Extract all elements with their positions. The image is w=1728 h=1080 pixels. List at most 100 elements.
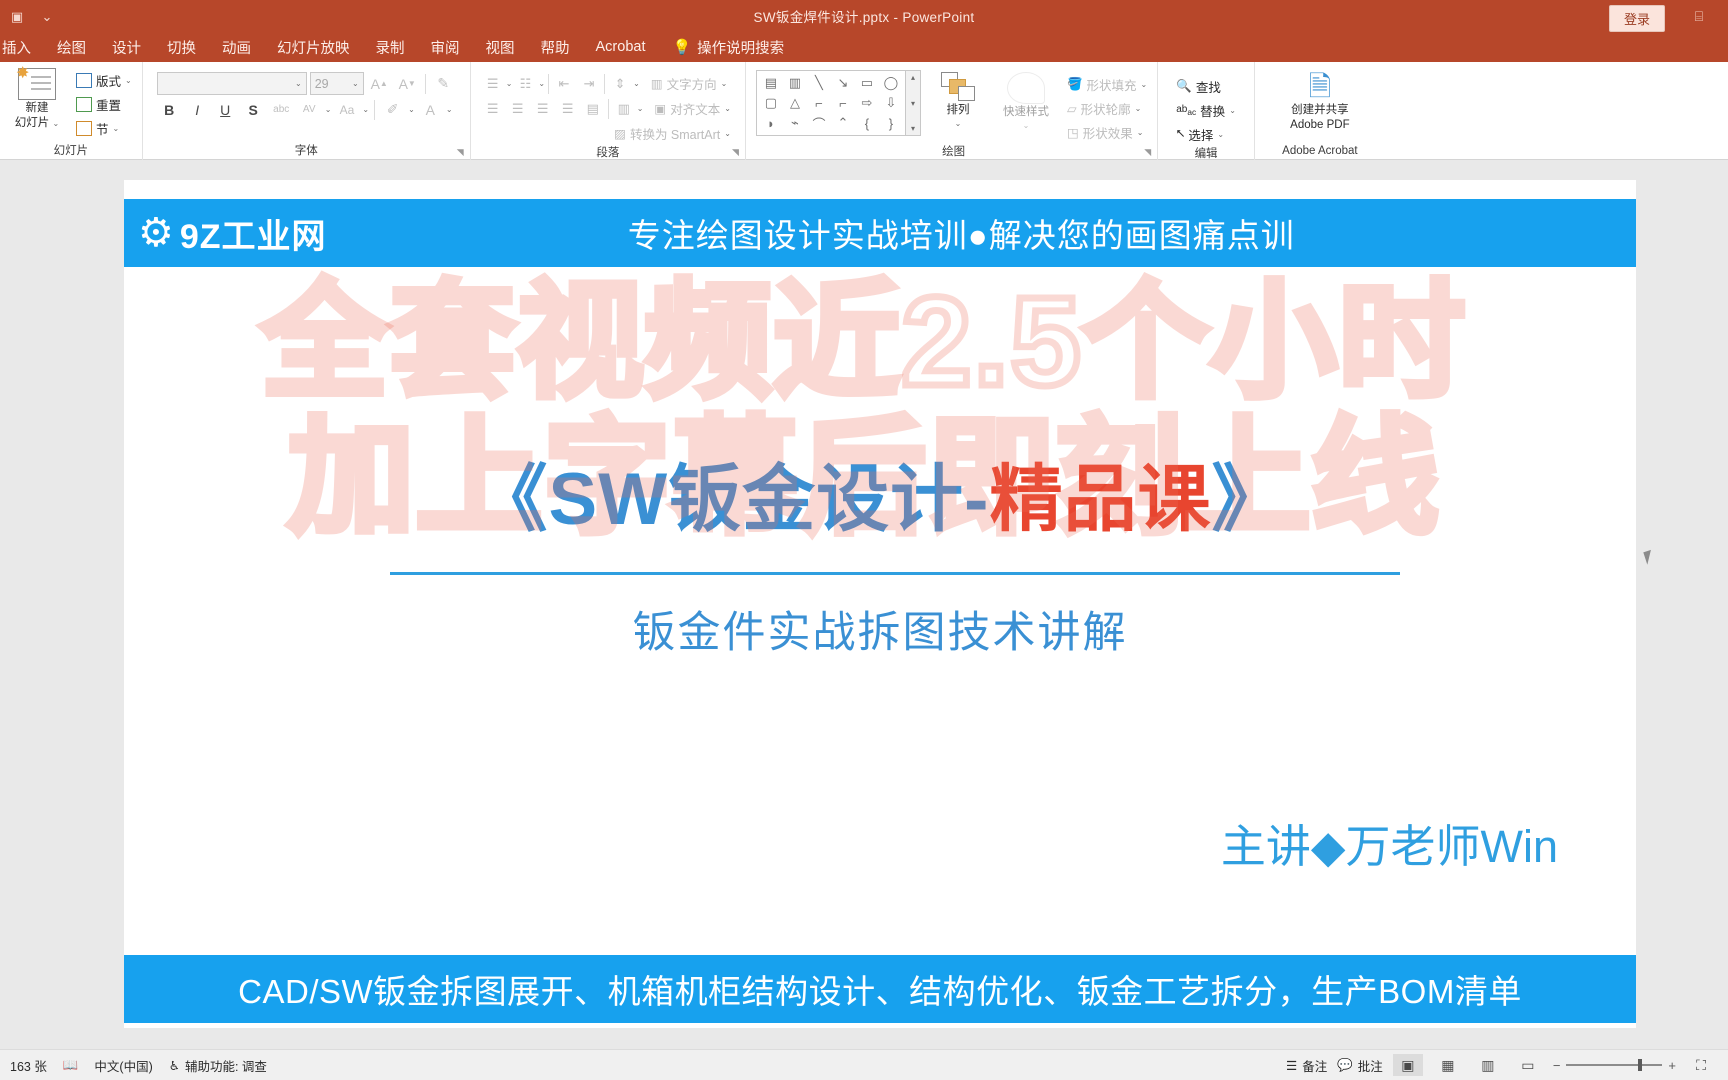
align-left-button[interactable]: ☰ <box>481 98 505 120</box>
find-button[interactable]: 🔍 查找 <box>1172 75 1240 98</box>
quick-access-toolbar[interactable]: ▣ ⌄ <box>0 5 58 27</box>
tab-animations[interactable]: 动画 <box>209 34 264 61</box>
chevron-down-icon[interactable]: ⌄ <box>446 105 453 114</box>
presenter-name[interactable]: 主讲◆万老师Win <box>1221 810 1558 875</box>
shape-flowchart[interactable]: ◗ <box>759 113 783 133</box>
shrink-font-button[interactable]: A ▼ <box>395 72 420 95</box>
shape-triangle[interactable]: △ <box>783 93 807 113</box>
tab-help[interactable]: 帮助 <box>528 34 583 61</box>
replace-button[interactable]: abac 替换 ⌄ <box>1172 99 1240 122</box>
shape-outline-button[interactable]: ▱ 形状轮廓 ⌄ <box>1063 97 1151 120</box>
chevron-down-icon[interactable]: ⌄ <box>1141 80 1148 89</box>
scroll-down-icon[interactable]: ▾ <box>911 99 915 108</box>
font-color-button[interactable]: A <box>418 98 443 121</box>
slide-title[interactable]: 《SW钣金设计-精品课》 <box>124 440 1636 546</box>
tab-view[interactable]: 视图 <box>473 34 528 61</box>
shape-fill-button[interactable]: 🪣 形状填充 ⌄ <box>1063 73 1151 96</box>
new-slide-button[interactable]: 新建 幻灯片 ⌄ <box>6 63 68 130</box>
select-button[interactable]: ⭦ 选择 ⌄ <box>1172 123 1240 146</box>
shape-lightning[interactable]: ⌁ <box>783 113 807 133</box>
tab-insert[interactable]: 插入 <box>0 34 44 61</box>
shape-rectangle[interactable]: ▭ <box>855 73 879 93</box>
tab-draw[interactable]: 绘图 <box>44 34 99 61</box>
convert-columns-button[interactable]: ▥ <box>612 98 636 120</box>
tab-design[interactable]: 设计 <box>99 34 154 61</box>
bold-button[interactable]: B <box>157 98 182 121</box>
zoom-track[interactable] <box>1566 1059 1663 1071</box>
bullets-button[interactable]: ☰ <box>481 73 505 95</box>
chevron-down-icon[interactable]: ⌄ <box>633 79 640 88</box>
accessibility-status[interactable]: ♿ 辅助功能: 调查 <box>169 1056 267 1075</box>
chevron-down-icon[interactable]: ⌄ <box>125 76 132 85</box>
chevron-down-icon[interactable]: ⌄ <box>362 105 369 114</box>
shape-effects-button[interactable]: ◳ 形状效果 ⌄ <box>1063 121 1151 144</box>
layout-button[interactable]: 版式 ⌄ <box>72 69 136 92</box>
chevron-down-icon[interactable]: ⌄ <box>325 105 332 114</box>
ribbon-display-options-icon[interactable]: ⌸ <box>1688 6 1710 26</box>
section-button[interactable]: 节 ⌄ <box>72 117 136 140</box>
shape-vertical-textbox[interactable]: ▥ <box>783 73 807 93</box>
increase-indent-button[interactable]: ⇥ <box>577 73 601 95</box>
change-case-button[interactable]: Aa <box>334 98 359 121</box>
shape-textbox[interactable]: ▤ <box>759 73 783 93</box>
paragraph-dialog-launcher[interactable]: ◥ <box>730 147 741 158</box>
zoom-in-button[interactable]: + <box>1668 1058 1676 1073</box>
shape-oval[interactable]: ◯ <box>879 73 903 93</box>
text-shadow-button[interactable]: S <box>241 98 266 121</box>
notes-button[interactable]: ☰ 备注 <box>1286 1056 1327 1075</box>
chevron-down-icon[interactable]: ⌄ <box>637 104 644 113</box>
slide-subtitle[interactable]: 钣金件实战拆图技术讲解 <box>124 598 1636 660</box>
chevron-down-icon[interactable]: ⌄ <box>1135 104 1142 113</box>
font-name-input[interactable]: ⌄ <box>156 72 307 95</box>
align-text-button[interactable]: ▣ 对齐文本 ⌄ <box>650 97 735 120</box>
chevron-down-icon[interactable]: ⌄ <box>538 79 545 88</box>
chevron-down-icon[interactable]: ⌄ <box>113 124 120 133</box>
numbering-button[interactable]: ☷ <box>513 73 537 95</box>
shape-curve[interactable]: ⌃ <box>831 113 855 133</box>
shape-elbow-arrow[interactable]: ⌐ <box>831 93 855 113</box>
chevron-down-icon[interactable]: ⌄ <box>506 79 513 88</box>
reset-button[interactable]: 重置 <box>72 93 136 116</box>
shape-down-arrow[interactable]: ⇩ <box>879 93 903 113</box>
gallery-more-icon[interactable]: ▾ <box>911 124 915 133</box>
clear-formatting-button[interactable]: ✎ <box>431 72 456 95</box>
tab-acrobat[interactable]: Acrobat <box>583 36 659 58</box>
drawing-dialog-launcher[interactable]: ◥ <box>1142 147 1153 158</box>
character-spacing-button[interactable]: AV <box>297 98 322 121</box>
shape-arrow[interactable]: ↘ <box>831 73 855 93</box>
chevron-down-icon[interactable]: ⌄ <box>721 79 728 88</box>
chevron-down-icon[interactable]: ⌄ <box>724 129 731 138</box>
justify-button[interactable]: ☰ <box>556 98 580 120</box>
ribbon-tab-strip[interactable]: 插入 绘图 设计 切换 动画 幻灯片放映 录制 审阅 视图 帮助 Acrobat… <box>0 32 1728 62</box>
shape-right-arrow[interactable]: ⇨ <box>855 93 879 113</box>
align-center-button[interactable]: ☰ <box>506 98 530 120</box>
chevron-down-icon[interactable]: ⌄ <box>53 119 60 128</box>
fit-to-window-button[interactable]: ⛶ <box>1686 1054 1716 1076</box>
chevron-down-icon[interactable]: ⌄ <box>352 79 359 88</box>
text-highlight-button[interactable]: ✐ <box>380 98 405 121</box>
chevron-down-icon[interactable]: ⌄ <box>295 79 302 88</box>
font-dialog-launcher[interactable]: ◥ <box>455 147 466 158</box>
shapes-gallery[interactable]: ▤ ▥ ╲ ↘ ▭ ◯ ▢ △ ⌐ ⌐ ⇨ ⇩ ◗ ⌁ ⌒ ⌃ {} <box>755 70 906 136</box>
language-indicator[interactable]: 中文(中国) <box>94 1056 152 1075</box>
chevron-down-icon[interactable]: ⌄ <box>1137 128 1144 137</box>
shape-left-brace[interactable]: { <box>855 113 879 133</box>
grow-font-button[interactable]: A ▲ <box>367 72 392 95</box>
shapes-gallery-scrollbar[interactable]: ▴ ▾ ▾ <box>905 70 921 136</box>
strikethrough-button[interactable]: abc <box>269 98 294 121</box>
tab-record[interactable]: 录制 <box>363 34 418 61</box>
shape-line[interactable]: ╲ <box>807 73 831 93</box>
zoom-out-button[interactable]: − <box>1553 1058 1561 1073</box>
slide-canvas[interactable]: ⚙ 9Z工业网 专注绘图设计实战培训●解决您的画图痛点训 《SW钣金设计-精品课… <box>124 180 1636 1028</box>
font-size-input[interactable]: 29 ⌄ <box>309 72 364 95</box>
underline-button[interactable]: U <box>213 98 238 121</box>
sign-in-button[interactable]: 登录 <box>1608 5 1665 32</box>
create-share-pdf-button[interactable]: 🗎 创建并共享 Adobe PDF <box>1271 70 1369 132</box>
shape-elbow-connector[interactable]: ⌐ <box>807 93 831 113</box>
spellcheck-icon[interactable]: 📖 <box>63 1058 79 1073</box>
chevron-down-icon[interactable]: ⌄ <box>1023 121 1030 130</box>
columns-button[interactable]: ▤ <box>581 98 605 120</box>
tab-slideshow[interactable]: 幻灯片放映 <box>264 34 363 61</box>
chevron-down-icon[interactable]: ⌄ <box>1217 130 1224 139</box>
chevron-down-icon[interactable]: ⌄ <box>408 105 415 114</box>
